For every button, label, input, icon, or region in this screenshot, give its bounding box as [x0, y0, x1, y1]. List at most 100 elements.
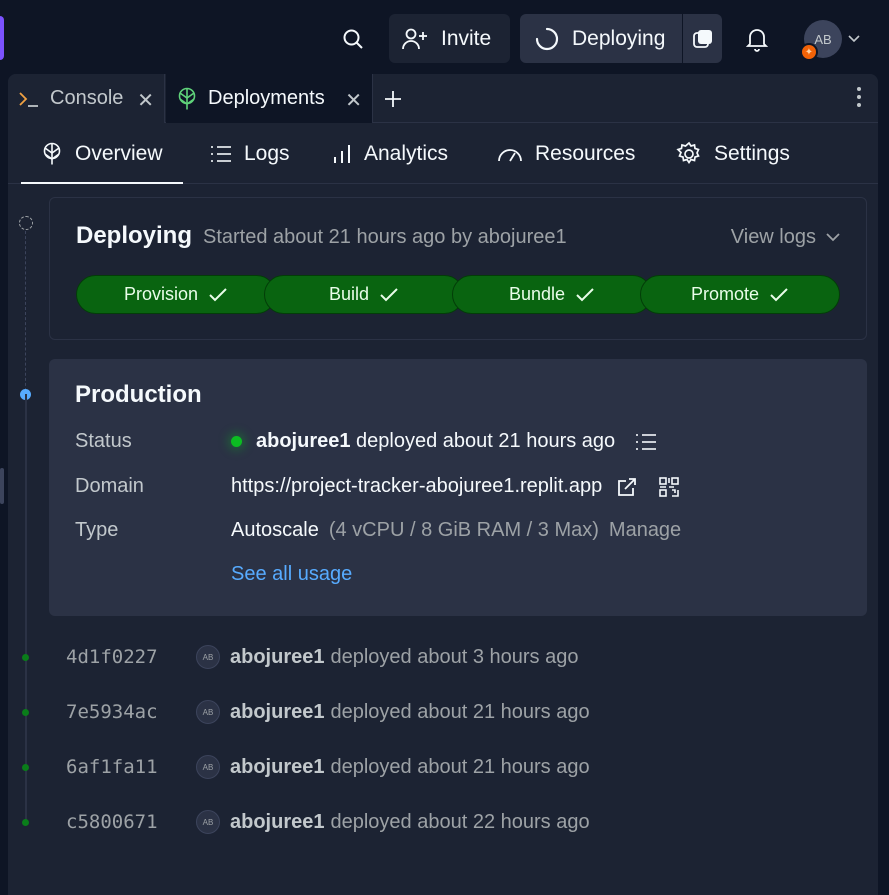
subnav-settings[interactable]: Settings: [676, 124, 790, 184]
notifications-button[interactable]: [737, 18, 777, 60]
bell-icon: [745, 29, 769, 52]
subnav-analytics[interactable]: Analytics: [332, 124, 448, 184]
commit-hash: 4d1f0227: [66, 646, 158, 668]
history-text: deployed about 3 hours ago: [330, 645, 579, 668]
type-label: Type: [75, 519, 119, 541]
close-icon[interactable]: ✕: [345, 88, 362, 113]
gauge-icon: [498, 149, 522, 162]
deployments-panel: Console ✕ Deployments ✕ Overview Logs An…: [8, 74, 878, 895]
step-label: Provision: [123, 284, 199, 304]
history-user: abojuree1: [230, 700, 325, 723]
history-text: deployed about 21 hours ago: [330, 700, 590, 723]
step-label: Bundle: [508, 284, 566, 304]
deploy-steps: Provision Build Bundle Promote: [76, 275, 840, 314]
deploying-card: Deploying Started about 21 hours ago by …: [49, 197, 867, 340]
domain-label: Domain: [75, 475, 144, 497]
deploy-panel-toggle[interactable]: [682, 14, 722, 63]
deploying-title: Deploying: [76, 222, 193, 249]
subnav-resources-label: Resources: [535, 142, 636, 165]
status-user: abojuree1: [256, 430, 351, 452]
subnav-logs[interactable]: Logs: [210, 124, 290, 184]
commit-hash: c5800671: [66, 811, 158, 833]
status-value: abojuree1 deployed about 21 hours ago: [231, 430, 657, 453]
add-tab-button[interactable]: [384, 84, 402, 115]
commit-hash: 6af1fa11: [66, 756, 158, 778]
list-icon[interactable]: [635, 433, 657, 451]
view-logs-label: View logs: [730, 226, 816, 248]
subnav-resources[interactable]: Resources: [497, 124, 635, 184]
plus-icon: [385, 91, 401, 107]
close-icon[interactable]: ✕: [137, 88, 154, 113]
check-icon: [380, 287, 398, 301]
qr-code-icon[interactable]: [658, 476, 680, 498]
invite-label: Invite: [441, 26, 492, 50]
deployment-history-row[interactable]: 6af1fa11 AB abojuree1 deployed about 21 …: [66, 752, 590, 782]
history-text: deployed about 22 hours ago: [330, 810, 590, 833]
subnav-logs-label: Logs: [244, 142, 290, 165]
production-title: Production: [75, 381, 202, 408]
sparkle-icon: ✦: [800, 43, 818, 61]
timeline-history-dot: [22, 709, 29, 716]
domain-link[interactable]: https://project-tracker-abojuree1.replit…: [231, 475, 602, 498]
type-spec: (4 vCPU / 8 GiB RAM / 3 Max): [328, 519, 599, 541]
domain-value: https://project-tracker-abojuree1.replit…: [231, 475, 680, 498]
view-logs-button[interactable]: View logs: [731, 226, 840, 249]
history-user: abojuree1: [230, 645, 325, 668]
avatar: AB: [196, 810, 220, 834]
deployment-history-row[interactable]: c5800671 AB abojuree1 deployed about 22 …: [66, 807, 590, 837]
kebab-menu-icon: [857, 87, 861, 107]
status-label: Status: [75, 430, 132, 452]
terminal-icon: [19, 91, 38, 107]
resize-handle[interactable]: [0, 468, 4, 504]
search-button[interactable]: [331, 18, 375, 60]
step-label: Promote: [690, 284, 760, 304]
manage-link[interactable]: Manage: [609, 519, 681, 542]
see-usage-link[interactable]: See all usage: [231, 563, 352, 586]
type-name: Autoscale: [231, 519, 319, 541]
check-icon: [770, 287, 788, 301]
timeline-pending-dot: [19, 216, 33, 230]
timeline-connector: [25, 394, 27, 824]
history-user: abojuree1: [230, 755, 325, 778]
search-icon: [343, 29, 363, 49]
list-icon: [211, 146, 231, 162]
type-value: Autoscale (4 vCPU / 8 GiB RAM / 3 Max) M…: [231, 519, 681, 542]
status-indicator: [231, 436, 242, 447]
tab-deployments[interactable]: Deployments ✕: [166, 74, 373, 123]
deploying-button[interactable]: Deploying: [520, 14, 682, 63]
add-user-icon: [402, 28, 427, 49]
invite-button[interactable]: Invite: [389, 14, 510, 63]
account-menu[interactable]: AB ✦: [800, 20, 864, 61]
history-text: deployed about 21 hours ago: [330, 755, 590, 778]
avatar: AB: [196, 645, 220, 669]
panel-stack-icon: [692, 29, 712, 48]
tab-console[interactable]: Console ✕: [8, 74, 165, 123]
subnav-overview-label: Overview: [75, 142, 163, 165]
bar-chart-icon: [334, 145, 350, 163]
deployment-history-row[interactable]: 4d1f0227 AB abojuree1 deployed about 3 h…: [66, 642, 578, 672]
avatar: AB ✦: [800, 20, 842, 61]
subnav-analytics-label: Analytics: [364, 142, 449, 165]
deployment-subnav: Overview Logs Analytics Resources Settin…: [8, 124, 878, 184]
timeline-history-dot: [22, 819, 29, 826]
workspace-edge-accent: [0, 16, 4, 60]
subnav-settings-label: Settings: [714, 142, 790, 165]
deployments-content: Overview Logs Analytics Resources Settin…: [8, 124, 878, 895]
chevron-down-icon: [826, 233, 840, 242]
chevron-down-icon: [848, 35, 860, 43]
timeline-connector: [25, 231, 26, 391]
deploy-icon: [43, 142, 61, 165]
avatar: AB: [196, 755, 220, 779]
step-label: Build: [328, 284, 370, 304]
timeline-history-dot: [22, 654, 29, 661]
deploy-icon: [178, 87, 196, 109]
check-icon: [576, 287, 594, 301]
tab-deployments-label: Deployments: [208, 87, 325, 109]
status-text: deployed about 21 hours ago: [356, 430, 616, 452]
tab-strip: Console ✕ Deployments ✕: [8, 74, 878, 123]
external-link-icon[interactable]: [616, 476, 638, 498]
step-build: Build: [264, 275, 464, 314]
deployment-history-row[interactable]: 7e5934ac AB abojuree1 deployed about 21 …: [66, 697, 590, 727]
subnav-overview[interactable]: Overview: [21, 124, 182, 184]
more-options-button[interactable]: [856, 86, 862, 113]
